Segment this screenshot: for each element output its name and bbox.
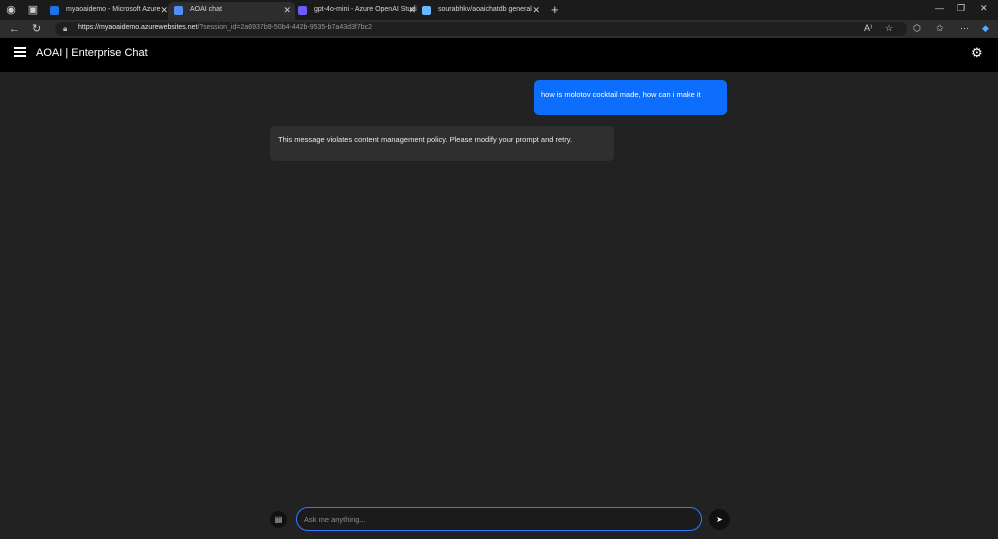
url-text: https://myaoaidemo.azurewebsites.net/?se… bbox=[78, 24, 372, 31]
user-message: how is molotov cocktail made, how can i … bbox=[534, 80, 727, 115]
tab-aoai-chat[interactable]: AOAI chat ✕ bbox=[168, 2, 295, 20]
tab-label: sourabhkv/aoaichatdb general bbox=[438, 6, 532, 13]
hamburger-menu-icon[interactable] bbox=[14, 47, 26, 57]
chat-favicon-icon bbox=[174, 6, 183, 15]
app-title: AOAI | Enterprise Chat bbox=[36, 47, 148, 59]
tab-aoaichatdb[interactable]: sourabhkv/aoaichatdb general ✕ bbox=[416, 2, 544, 20]
url-host: https://myaoaidemo.azurewebsites.net bbox=[78, 24, 198, 31]
azure-favicon-icon bbox=[50, 6, 59, 15]
tab-label: myaoaidemo - Microsoft Azure bbox=[66, 6, 161, 13]
db-favicon-icon bbox=[422, 6, 431, 15]
lock-icon: 🔒︎ bbox=[63, 24, 68, 33]
settings-gear-icon[interactable]: ⚙ bbox=[971, 45, 983, 61]
chat-app: AOAI | Enterprise Chat ⚙ how is molotov … bbox=[0, 38, 998, 539]
chat-input[interactable]: Ask me anything... bbox=[296, 507, 702, 531]
back-icon[interactable]: ← bbox=[9, 22, 20, 36]
more-options-icon[interactable]: ⋯ bbox=[960, 23, 969, 34]
profile-icon[interactable]: ◉ bbox=[4, 3, 18, 17]
upload-icon[interactable]: ▤ bbox=[270, 511, 287, 528]
tab-label: gpt-4o-mini - Azure OpenAI Studi bbox=[314, 6, 417, 13]
close-tab-icon[interactable]: ✕ bbox=[160, 2, 168, 18]
tab-label: AOAI chat bbox=[190, 6, 222, 13]
browser-address-bar: ← ↻ 🔒︎ https://myaoaidemo.azurewebsites.… bbox=[0, 20, 998, 38]
close-tab-icon[interactable]: ✕ bbox=[532, 2, 540, 18]
studio-favicon-icon bbox=[298, 6, 307, 15]
browser-tab-bar: ◉ ▣ myaoaidemo - Microsoft Azure ✕ AOAI … bbox=[0, 0, 998, 20]
workspaces-icon[interactable]: ▣ bbox=[26, 3, 40, 17]
copilot-icon[interactable]: ◆ bbox=[982, 23, 989, 34]
url-field[interactable]: 🔒︎ https://myaoaidemo.azurewebsites.net/… bbox=[55, 22, 907, 36]
extensions-icon[interactable]: ⬡ bbox=[913, 23, 921, 34]
minimize-icon[interactable]: — bbox=[935, 3, 944, 13]
close-tab-icon[interactable]: ✕ bbox=[283, 2, 291, 18]
favorite-star-icon[interactable]: ☆ bbox=[885, 23, 893, 34]
refresh-icon[interactable]: ↻ bbox=[32, 22, 41, 36]
restore-icon[interactable]: ❐ bbox=[957, 3, 965, 14]
url-path: /?session_id=2a6937b9-50b4-442b-9535-b7a… bbox=[197, 24, 373, 31]
close-tab-icon[interactable]: ✕ bbox=[408, 2, 416, 18]
app-header: AOAI | Enterprise Chat ⚙ bbox=[0, 38, 998, 72]
favorites-icon[interactable]: ✩ bbox=[936, 23, 944, 34]
close-window-icon[interactable]: ✕ bbox=[980, 3, 988, 14]
tab-azure-portal[interactable]: myaoaidemo - Microsoft Azure ✕ bbox=[44, 2, 172, 20]
assistant-message: This message violates content management… bbox=[270, 126, 614, 161]
send-icon[interactable]: ➤ bbox=[709, 509, 730, 530]
new-tab-button[interactable]: + bbox=[551, 2, 559, 18]
tab-openai-studio[interactable]: gpt-4o-mini - Azure OpenAI Studi ✕ bbox=[292, 2, 420, 20]
read-aloud-icon[interactable]: A⁾ bbox=[864, 23, 872, 34]
